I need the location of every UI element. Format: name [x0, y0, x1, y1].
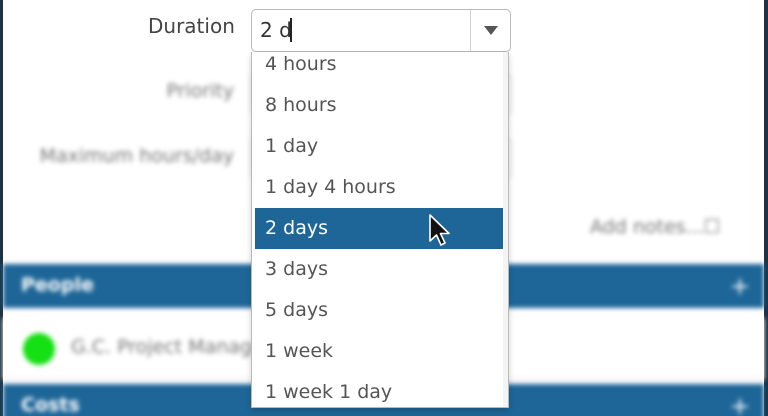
dropdown-option[interactable]: 1 week 1 day — [255, 372, 503, 407]
mouse-pointer-icon — [429, 214, 450, 246]
person-name: G.C. Project Manager — [71, 336, 272, 358]
dropdown-scrollbar[interactable] — [503, 52, 508, 407]
dropdown-option[interactable]: 5 days — [255, 290, 503, 331]
dropdown-option[interactable]: 3 days — [255, 249, 503, 290]
add-notes-link[interactable]: Add notes...☐ — [590, 216, 721, 238]
costs-add-icon[interactable]: + — [730, 392, 750, 416]
dropdown-option[interactable]: 1 week — [255, 331, 503, 372]
dropdown-option[interactable]: 8 hours — [255, 85, 503, 126]
dropdown-toggle-button[interactable] — [470, 10, 511, 51]
duration-label: Duration — [148, 14, 235, 38]
costs-title: Costs — [21, 394, 80, 416]
status-online-icon — [23, 333, 55, 365]
dropdown-option[interactable]: 4 hours — [255, 52, 503, 85]
text-caret — [290, 18, 292, 42]
dropdown-option[interactable]: 1 day — [255, 126, 503, 167]
people-title: People — [21, 274, 94, 296]
max-hours-label: Maximum hours/day — [39, 145, 234, 167]
people-add-icon[interactable]: + — [730, 272, 750, 300]
priority-label: Priority — [166, 80, 234, 102]
chevron-down-icon — [484, 26, 498, 35]
duration-input[interactable] — [252, 10, 470, 51]
dropdown-option[interactable]: 2 days — [255, 208, 503, 249]
dropdown-option[interactable]: 1 day 4 hours — [255, 167, 503, 208]
duration-dropdown-list[interactable]: 4 hours 8 hours 1 day 1 day 4 hours 2 days 3 … — [251, 52, 509, 408]
